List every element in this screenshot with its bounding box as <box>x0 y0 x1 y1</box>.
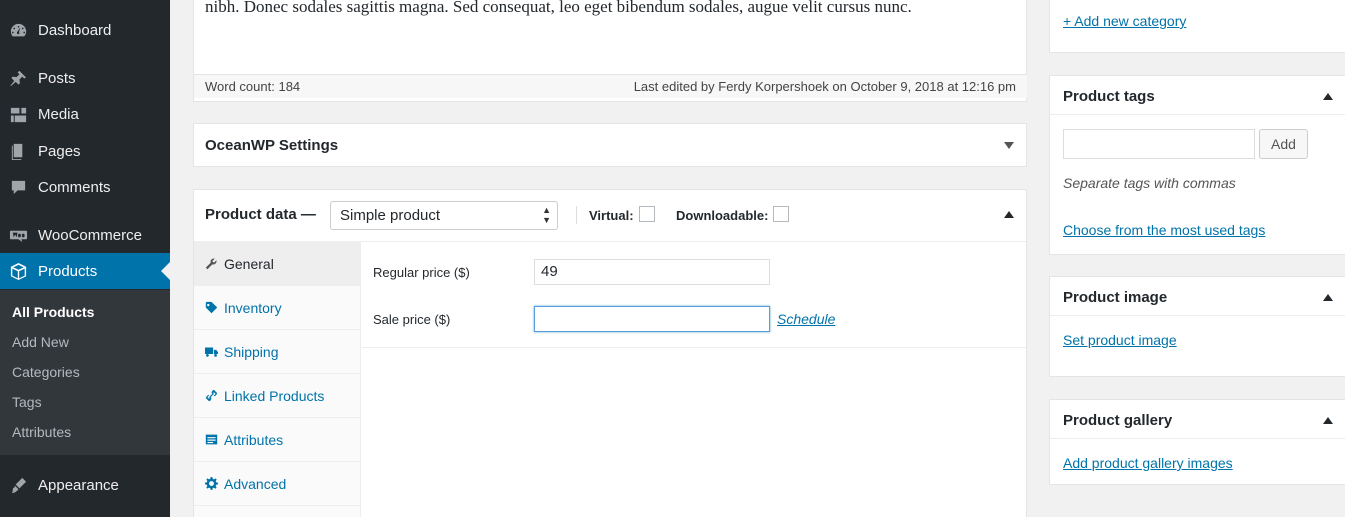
product-type-select[interactable]: Simple product ▲ ▼ <box>330 201 558 230</box>
gear-icon <box>194 477 224 490</box>
menu-label-woocommerce: WooCommerce <box>38 226 142 244</box>
product-data-tabs: General Inventory Shipping Linked Produc… <box>194 242 361 517</box>
menu-item-comments[interactable]: Comments <box>0 169 170 205</box>
menu-label-dashboard: Dashboard <box>38 21 112 39</box>
chevron-up-icon[interactable] <box>1004 211 1014 218</box>
comments-icon <box>0 178 38 197</box>
tag-input[interactable] <box>1063 129 1255 159</box>
menu-label-pages: Pages <box>38 142 81 160</box>
oceanwp-settings-box[interactable]: OceanWP Settings <box>193 123 1027 167</box>
active-menu-arrow <box>161 262 170 280</box>
tab-advanced[interactable]: Advanced <box>194 462 360 506</box>
editor-text[interactable]: nibh. Donec sodales sagittis magna. Sed … <box>205 0 912 17</box>
admin-sidebar: Dashboard Posts Media Pages Comments Woo… <box>0 0 170 517</box>
divider <box>1050 438 1345 439</box>
tag-icon <box>194 301 224 314</box>
add-new-category-link[interactable]: + Add new category <box>1063 13 1186 29</box>
truck-icon <box>194 345 224 358</box>
downloadable-checkbox[interactable] <box>773 206 789 222</box>
submenu-all-products[interactable]: All Products <box>12 304 94 320</box>
general-panel: Regular price ($) 49 Sale price ($) Sche… <box>362 242 1026 348</box>
oceanwp-settings-title: OceanWP Settings <box>205 137 339 154</box>
menu-item-woocommerce[interactable]: WooCommerce <box>0 217 170 253</box>
tab-general[interactable]: General <box>194 242 360 286</box>
product-tags-box: Product tags Add Separate tags with comm… <box>1049 75 1345 255</box>
tab-inventory[interactable]: Inventory <box>194 286 360 330</box>
product-categories-box: + Add new category <box>1049 0 1345 53</box>
virtual-checkbox[interactable] <box>639 206 655 222</box>
menu-label-posts: Posts <box>38 69 76 87</box>
menu-item-products[interactable]: Products <box>0 253 170 289</box>
regular-price-label: Regular price ($) <box>373 265 470 280</box>
word-count: Word count: 184 <box>205 79 301 94</box>
add-tag-button[interactable]: Add <box>1259 129 1308 159</box>
product-data-title: Product data — <box>205 206 316 223</box>
divider <box>1050 315 1345 316</box>
menu-label-media: Media <box>38 105 79 123</box>
chevron-down-icon[interactable] <box>1004 142 1014 149</box>
pin-icon <box>0 69 38 88</box>
virtual-label: Virtual: <box>589 208 634 223</box>
editor-status-bar: Word count: 184 Last edited by Ferdy Kor… <box>194 74 1027 98</box>
products-submenu: All Products Add New Categories Tags Att… <box>0 290 170 455</box>
regular-price-input[interactable]: 49 <box>534 259 770 285</box>
chevron-up-icon[interactable] <box>1323 417 1333 424</box>
content-editor: nibh. Donec sodales sagittis magna. Sed … <box>193 0 1027 102</box>
product-data-box: Product data — Simple product ▲ ▼ Virtual… <box>193 189 1027 517</box>
select-arrows-icon: ▲ ▼ <box>542 205 551 225</box>
menu-label-products: Products <box>38 262 98 280</box>
media-icon <box>0 105 38 124</box>
menu-item-dashboard[interactable]: Dashboard <box>0 12 170 48</box>
product-tags-title: Product tags <box>1063 88 1155 105</box>
product-image-title: Product image <box>1063 289 1168 306</box>
submenu-tags[interactable]: Tags <box>12 394 42 410</box>
product-image-box: Product image Set product image <box>1049 276 1345 377</box>
chevron-up-icon[interactable] <box>1323 93 1333 100</box>
tab-label: Advanced <box>224 475 287 492</box>
tab-label: Attributes <box>224 431 284 448</box>
tab-attributes[interactable]: Attributes <box>194 418 360 462</box>
set-product-image-link[interactable]: Set product image <box>1063 332 1177 348</box>
tab-linked-products[interactable]: Linked Products <box>194 374 360 418</box>
downloadable-label: Downloadable: <box>676 208 769 223</box>
tab-label: Linked Products <box>224 387 325 404</box>
sale-price-label: Sale price ($) <box>373 312 451 327</box>
choose-tags-link[interactable]: Choose from the most used tags <box>1063 222 1265 238</box>
product-gallery-box: Product gallery Add product gallery imag… <box>1049 399 1345 485</box>
menu-item-appearance[interactable]: Appearance <box>0 467 170 503</box>
chevron-up-icon[interactable] <box>1323 294 1333 301</box>
tab-label: Inventory <box>224 299 282 316</box>
sale-price-input[interactable] <box>534 306 770 332</box>
tab-shipping[interactable]: Shipping <box>194 330 360 374</box>
product-gallery-title: Product gallery <box>1063 412 1173 429</box>
add-gallery-images-link[interactable]: Add product gallery images <box>1063 455 1233 471</box>
box-icon <box>0 262 38 281</box>
tags-hint: Separate tags with commas <box>1063 175 1236 191</box>
brush-icon <box>0 476 38 495</box>
tab-label: Shipping <box>224 343 279 360</box>
list-icon <box>194 433 224 446</box>
submenu-attributes[interactable]: Attributes <box>12 424 71 440</box>
dashboard-icon <box>0 21 38 40</box>
schedule-link[interactable]: Schedule <box>777 311 835 327</box>
last-edited: Last edited by Ferdy Korpershoek on Octo… <box>633 79 1016 94</box>
menu-item-media[interactable]: Media <box>0 96 170 132</box>
submenu-add-new[interactable]: Add New <box>12 334 69 350</box>
link-icon <box>194 389 224 402</box>
submenu-categories[interactable]: Categories <box>12 364 80 380</box>
menu-label-appearance: Appearance <box>38 476 119 494</box>
tab-label: General <box>224 255 274 272</box>
divider <box>576 206 577 224</box>
pages-icon <box>0 142 38 161</box>
menu-label-comments: Comments <box>38 178 111 196</box>
divider <box>1050 114 1345 115</box>
wrench-icon <box>194 257 224 270</box>
menu-item-posts[interactable]: Posts <box>0 60 170 96</box>
product-type-value: Simple product <box>340 207 441 224</box>
menu-item-pages[interactable]: Pages <box>0 133 170 169</box>
woocommerce-icon <box>0 226 38 245</box>
